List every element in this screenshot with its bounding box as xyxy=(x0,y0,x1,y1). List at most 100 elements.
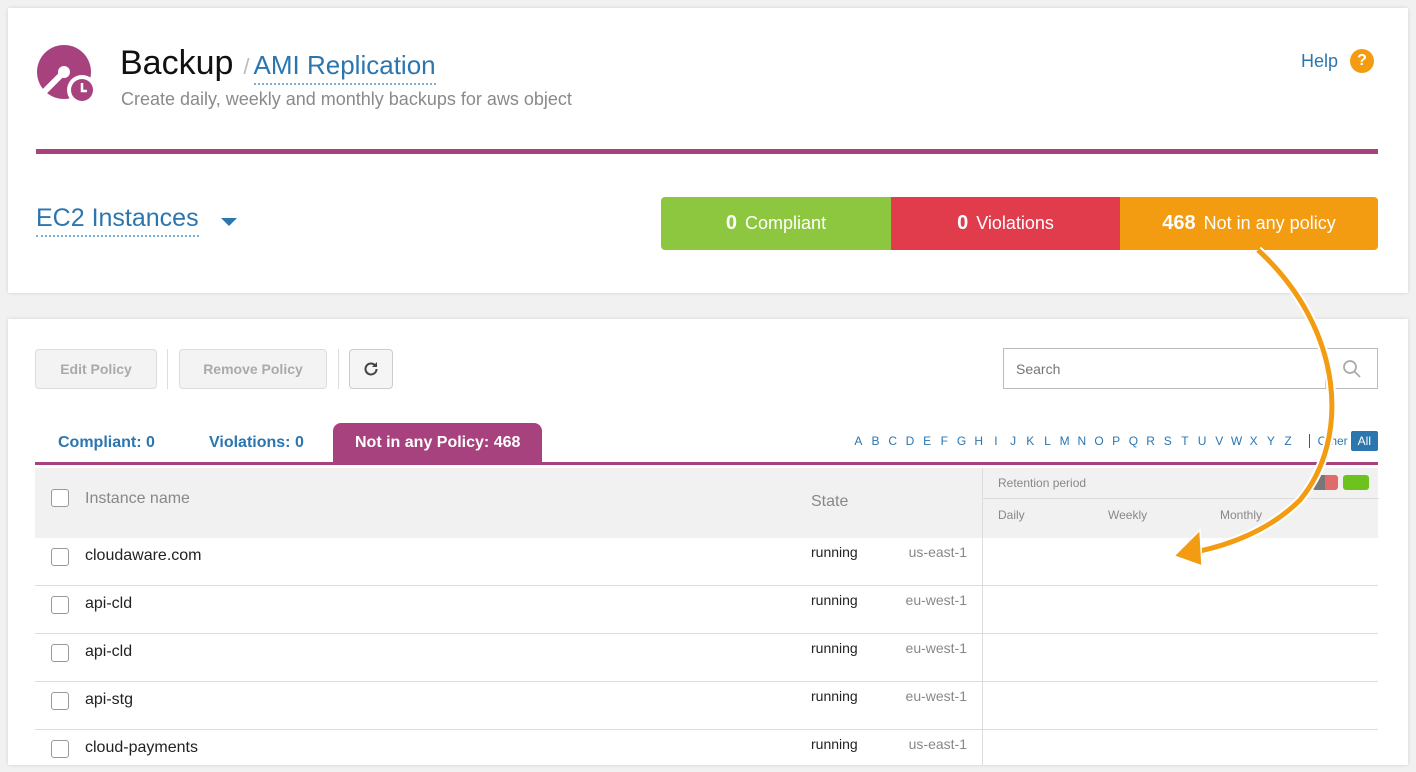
instance-state: running xyxy=(811,688,858,704)
tab-violations[interactable]: Violations: 0 xyxy=(209,423,304,462)
column-daily: Daily xyxy=(998,508,1025,522)
row-checkbox[interactable] xyxy=(51,596,69,614)
remove-policy-button[interactable]: Remove Policy xyxy=(179,349,327,389)
alpha-filter-letter[interactable]: Q xyxy=(1125,434,1142,448)
edit-policy-button[interactable]: Edit Policy xyxy=(35,349,157,389)
retention-cell-divider xyxy=(982,538,983,586)
alpha-filter-letter[interactable]: R xyxy=(1142,434,1159,448)
alpha-filter-letter[interactable]: G xyxy=(953,434,970,448)
instance-name[interactable]: api-stg xyxy=(85,691,133,709)
column-monthly: Monthly xyxy=(1220,508,1263,522)
instance-name[interactable]: api-cld xyxy=(85,595,132,613)
alpha-filter-all[interactable]: All xyxy=(1350,431,1378,451)
row-checkbox[interactable] xyxy=(51,692,69,710)
page-description: Create daily, weekly and monthly backups… xyxy=(121,89,572,109)
compliance-summary: 0 Compliant 0 Violations 468 Not in any … xyxy=(661,197,1378,250)
alpha-filter-letter[interactable]: A xyxy=(850,434,867,448)
alpha-filter-letter[interactable]: H xyxy=(970,434,987,448)
help-icon[interactable]: ? xyxy=(1350,49,1374,73)
violations-count: 0 xyxy=(957,212,969,234)
breadcrumb-ami-replication[interactable]: AMI Replication xyxy=(253,50,436,85)
compliant-stat[interactable]: 0 Compliant xyxy=(661,197,891,250)
header-card: Backup / AMI Replication Create daily, w… xyxy=(8,8,1408,293)
instance-name[interactable]: api-cld xyxy=(85,643,132,661)
retention-toggle-on[interactable] xyxy=(1343,475,1369,490)
alpha-filter-letter[interactable]: F xyxy=(936,434,953,448)
help-link[interactable]: Help ? xyxy=(1301,49,1374,73)
table-row[interactable]: api-cld running eu-west-1 xyxy=(35,586,1378,634)
alpha-filter-other[interactable]: Other xyxy=(1308,434,1351,448)
resource-type-label[interactable]: EC2 Instances xyxy=(36,204,199,237)
search-box[interactable] xyxy=(1003,348,1378,389)
instance-region: eu-west-1 xyxy=(905,688,967,704)
retention-cell-divider xyxy=(982,586,983,634)
alpha-filter-letter[interactable]: Z xyxy=(1279,434,1296,448)
table-row[interactable]: cloudaware.com running us-east-1 xyxy=(35,538,1378,586)
backup-disc-icon xyxy=(37,45,97,105)
help-label[interactable]: Help xyxy=(1301,51,1338,72)
tab-not-in-policy[interactable]: Not in any Policy: 468 xyxy=(333,423,543,462)
column-state[interactable]: State xyxy=(811,493,848,511)
not-in-policy-stat[interactable]: 468 Not in any policy xyxy=(1120,197,1378,250)
instance-name[interactable]: cloud-payments xyxy=(85,739,198,757)
retention-toggle-off[interactable] xyxy=(1312,475,1338,490)
page-title: Backup xyxy=(120,44,234,82)
alpha-filter-letter[interactable]: O xyxy=(1090,434,1107,448)
row-checkbox[interactable] xyxy=(51,740,69,758)
compliant-label: Compliant xyxy=(745,213,827,233)
search-button[interactable] xyxy=(1325,349,1377,388)
column-instance-name[interactable]: Instance name xyxy=(85,490,190,508)
chevron-down-icon[interactable] xyxy=(220,218,237,226)
alpha-filter-letter[interactable]: C xyxy=(884,434,901,448)
alpha-filter-letter[interactable]: I xyxy=(987,434,1004,448)
alpha-filter-letter[interactable]: E xyxy=(919,434,936,448)
refresh-button[interactable] xyxy=(349,349,393,389)
tab-compliant[interactable]: Compliant: 0 xyxy=(58,423,155,462)
instance-region: us-east-1 xyxy=(908,736,967,752)
retention-cell-divider xyxy=(982,682,983,730)
instance-state: running xyxy=(811,544,858,560)
alpha-filter-letter[interactable]: U xyxy=(1194,434,1211,448)
alpha-filter-letter[interactable]: N xyxy=(1073,434,1090,448)
instance-state: running xyxy=(811,592,858,608)
instances-card: Edit Policy Remove Policy Compliant: 0 V… xyxy=(8,319,1408,765)
search-input[interactable] xyxy=(1004,349,1325,388)
select-all-checkbox[interactable] xyxy=(51,489,69,507)
alpha-filter-letter[interactable]: B xyxy=(867,434,884,448)
alpha-filter-letter[interactable]: M xyxy=(1056,434,1073,448)
resource-type-selector[interactable]: EC2 Instances xyxy=(36,204,237,237)
table-row[interactable]: api-cld running eu-west-1 xyxy=(35,634,1378,682)
alpha-filter-letter[interactable]: P xyxy=(1108,434,1125,448)
table-row[interactable]: cloud-payments running us-east-1 xyxy=(35,730,1378,765)
table-row[interactable]: api-stg running eu-west-1 xyxy=(35,682,1378,730)
alpha-filter-letter[interactable]: W xyxy=(1228,434,1245,448)
retention-cell-divider xyxy=(982,730,983,765)
alpha-filter-letter[interactable]: D xyxy=(901,434,918,448)
column-weekly: Weekly xyxy=(1108,508,1148,522)
instance-region: eu-west-1 xyxy=(905,592,967,608)
instance-name[interactable]: cloudaware.com xyxy=(85,547,202,565)
alpha-filter-letter[interactable]: X xyxy=(1245,434,1262,448)
retention-period-title: Retention period xyxy=(998,476,1087,490)
not-in-policy-count: 468 xyxy=(1162,212,1196,234)
search-icon xyxy=(1342,359,1361,378)
alpha-filter-letter[interactable]: Y xyxy=(1262,434,1279,448)
row-checkbox[interactable] xyxy=(51,548,69,566)
violations-label: Violations xyxy=(976,213,1054,233)
instance-state: running xyxy=(811,640,858,656)
alpha-filter-letter[interactable]: V xyxy=(1211,434,1228,448)
compliant-count: 0 xyxy=(725,212,738,234)
refresh-icon xyxy=(364,362,378,376)
alpha-filter-letter[interactable]: L xyxy=(1039,434,1056,448)
instance-region: eu-west-1 xyxy=(905,640,967,656)
alpha-filter-letter[interactable]: K xyxy=(1022,434,1039,448)
alpha-filter-letter[interactable]: S xyxy=(1159,434,1176,448)
alpha-filter-letter[interactable]: J xyxy=(1004,434,1021,448)
breadcrumb-separator: / xyxy=(243,54,250,79)
alpha-filter-letter[interactable]: T xyxy=(1176,434,1193,448)
retention-cell-divider xyxy=(982,634,983,682)
header-divider xyxy=(36,149,1378,154)
policy-tabs: Compliant: 0 Violations: 0 Not in any Po… xyxy=(35,423,1378,465)
row-checkbox[interactable] xyxy=(51,644,69,662)
violations-stat[interactable]: 0 Violations xyxy=(891,197,1120,250)
